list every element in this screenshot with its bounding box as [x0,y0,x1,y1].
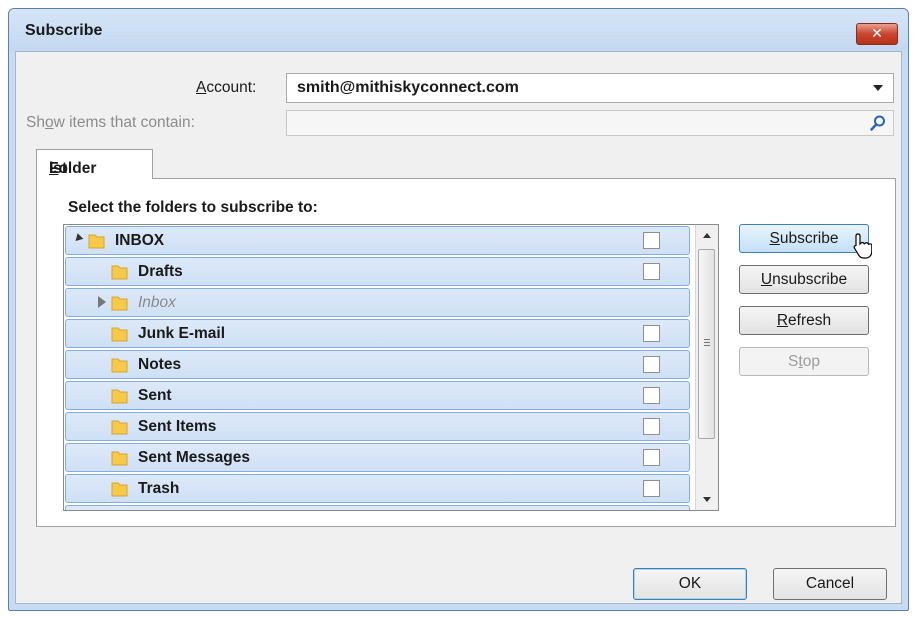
refresh-button[interactable]: Refresh [739,306,869,335]
chevron-down-icon [873,85,883,91]
tree-heading: Select the folders to subscribe to: [68,199,318,216]
folder-checkbox[interactable] [643,387,660,404]
account-value: smith@mithiskyconnect.com [297,79,519,96]
folder-label: Drafts [138,263,183,280]
folder-icon [111,451,128,466]
folder-label: Inbox [138,294,176,311]
folder-icon [111,327,128,342]
unsubscribe-button[interactable]: Unsubscribe [739,265,869,294]
dialog-title: Subscribe [25,22,103,39]
folder-checkbox[interactable] [643,449,660,466]
folder-label: Junk E-mail [138,325,225,342]
title-bar: Subscribe ✕ [9,9,908,51]
folder-checkbox[interactable] [643,232,660,249]
filter-input[interactable] [287,111,861,137]
list-item[interactable]: Sent Items [65,412,690,441]
folder-checkbox[interactable] [643,418,660,435]
list-item[interactable]: Notes [65,350,690,379]
folder-checkbox[interactable] [643,263,660,280]
list-item[interactable]: Inbox [65,288,690,317]
folder-tree[interactable]: INBOX Drafts Inbox Junk E-mail Notes Sen… [63,224,719,511]
list-item[interactable] [65,505,690,510]
folder-icon [111,296,128,311]
stop-button[interactable]: St op [739,347,869,376]
close-icon: ✕ [871,26,883,42]
folder-label: Trash [138,480,180,497]
scroll-up-icon[interactable] [703,233,711,238]
vertical-scrollbar[interactable] [695,225,718,510]
expand-triangle-icon[interactable] [72,233,84,244]
cancel-button[interactable]: Cancel [773,568,887,600]
list-item[interactable]: Sent [65,381,690,410]
subscribe-dialog: Subscribe ✕ Account: smith@mithiskyconne… [8,8,909,611]
filter-label: Show items that contain: [26,114,195,131]
folder-label: Sent Items [138,418,217,435]
filter-field[interactable] [286,110,894,137]
list-item[interactable]: INBOX [65,226,690,255]
account-label: Account: [196,79,257,96]
list-item[interactable]: Trash [65,474,690,503]
folder-icon [111,389,128,404]
list-item[interactable]: Junk E-mail [65,319,690,348]
account-select[interactable]: smith@mithiskyconnect.com [286,73,894,103]
folder-label: Notes [138,356,182,373]
ok-button[interactable]: OK [633,568,747,600]
folder-list-panel: Select the folders to subscribe to: INBO… [36,178,896,527]
subscribe-button[interactable]: Subscribe [739,224,869,253]
list-item[interactable]: Drafts [65,257,690,286]
folder-icon [111,358,128,373]
tab-folder-list[interactable]: Folder List [36,149,153,179]
folder-icon [111,265,128,280]
search-icon[interactable] [869,114,887,132]
folder-label: INBOX [115,232,165,249]
expand-triangle-icon[interactable] [98,296,106,308]
folder-icon [111,420,128,435]
folder-label: Sent [138,387,172,404]
dialog-body: Account: smith@mithiskyconnect.com Show … [15,51,902,604]
folder-checkbox[interactable] [643,325,660,342]
folder-icon [88,234,105,249]
list-item[interactable]: Sent Messages [65,443,690,472]
folder-checkbox[interactable] [643,480,660,497]
close-button[interactable]: ✕ [856,23,898,45]
folder-icon [111,482,128,497]
folder-label: Sent Messages [138,449,250,466]
folder-checkbox[interactable] [643,356,660,373]
mouse-pointer-icon [853,233,872,259]
scroll-down-icon[interactable] [703,497,711,502]
scrollbar-thumb[interactable] [698,249,715,439]
